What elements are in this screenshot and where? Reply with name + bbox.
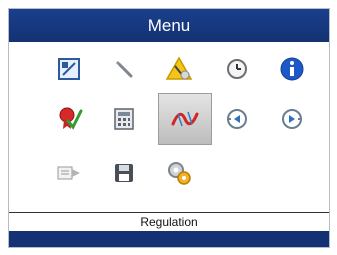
certificate-icon <box>59 107 83 130</box>
export-button[interactable] <box>46 151 92 195</box>
warning-icon <box>165 56 193 80</box>
bottom-bar <box>9 231 329 247</box>
menu-title: Menu <box>9 9 329 42</box>
wrench-icon <box>116 61 133 78</box>
menu-icon-grid <box>9 47 329 207</box>
regulation-button[interactable] <box>158 93 212 145</box>
tools-button[interactable] <box>101 47 147 91</box>
certificate-button[interactable] <box>46 97 92 141</box>
previous-button[interactable] <box>214 97 260 141</box>
selected-item-label: Regulation <box>9 212 329 230</box>
next-button[interactable] <box>269 97 315 141</box>
calculator-icon <box>114 108 134 130</box>
settings-button[interactable] <box>156 151 202 195</box>
save-button[interactable] <box>101 151 147 195</box>
clock-icon <box>227 59 247 79</box>
settings-gears-icon <box>168 162 191 185</box>
display-icon <box>58 58 80 80</box>
info-button[interactable] <box>269 47 315 91</box>
save-disk-icon <box>115 164 133 182</box>
right-arrow-circle-icon <box>282 109 302 129</box>
export-icon <box>57 166 80 180</box>
regulation-curve-icon <box>171 111 199 127</box>
display-button[interactable] <box>46 47 92 91</box>
clock-button[interactable] <box>214 47 260 91</box>
info-icon <box>280 57 304 81</box>
left-arrow-circle-icon <box>227 109 247 129</box>
calculator-button[interactable] <box>101 97 147 141</box>
warning-button[interactable] <box>156 47 202 91</box>
menu-screen: Menu Regulation <box>8 8 330 248</box>
